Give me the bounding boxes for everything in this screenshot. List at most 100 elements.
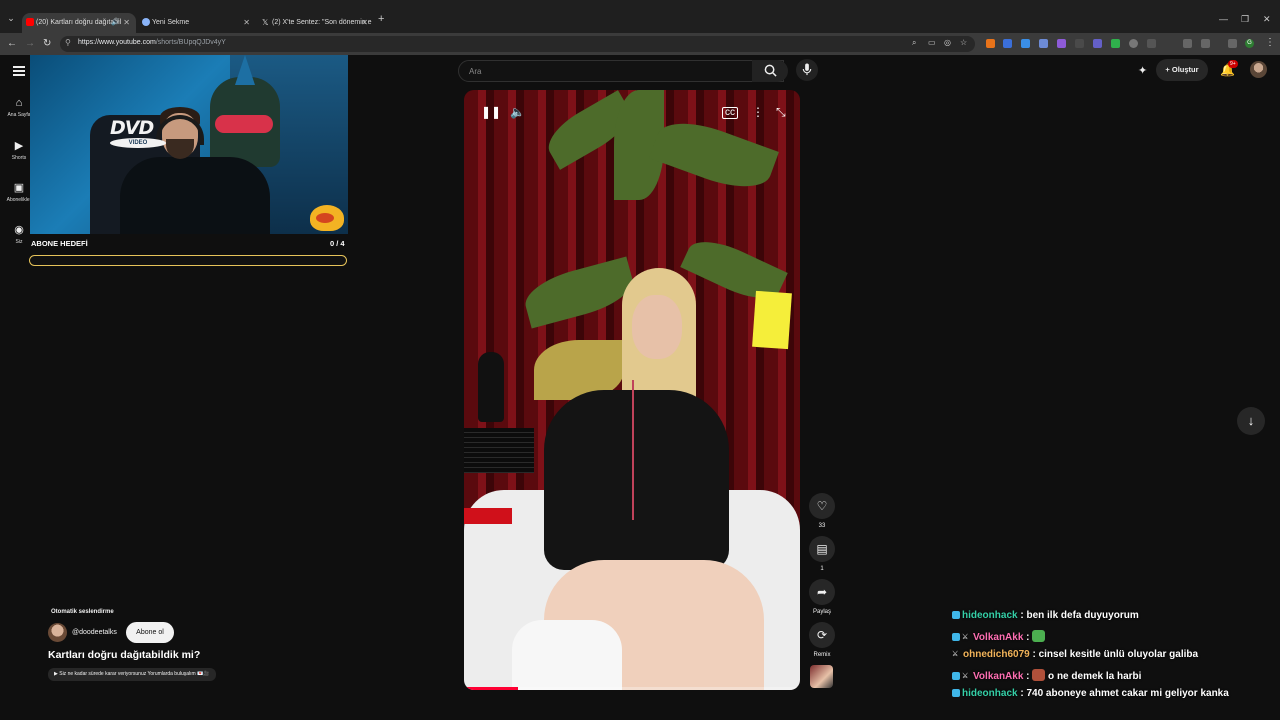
close-tab-icon[interactable]: ✕: [361, 13, 368, 33]
extension-dark-icon[interactable]: [1075, 39, 1084, 48]
extension-c-icon[interactable]: [986, 39, 995, 48]
address-url: https://www.youtube.com/shorts/BUpqQJDv4…: [78, 39, 226, 46]
chat-username[interactable]: ohnedich6079: [963, 649, 1030, 660]
next-video-arrow-icon[interactable]: ↓: [1237, 407, 1265, 435]
guide-menu-icon[interactable]: [13, 66, 25, 76]
subscriber-goal-count: 0 / 4: [330, 239, 345, 248]
subscriber-badge-icon: [952, 611, 960, 619]
tab-x-post[interactable]: 𝕏 (2) X'te Sentez: "Son dönemin e ✕: [258, 13, 374, 33]
tab-new-tab[interactable]: Yeni Sekme ✕: [138, 13, 256, 33]
new-tab-plus-icon[interactable]: +: [378, 13, 384, 25]
chat-separator: :: [1023, 631, 1033, 643]
zoom-icon[interactable]: ⌕: [912, 38, 916, 48]
subscribe-button[interactable]: Abone ol: [126, 622, 174, 643]
voice-search-button[interactable]: [796, 59, 818, 81]
bookmark-star-icon[interactable]: ☆: [960, 38, 967, 47]
video-progress-fill: [464, 687, 518, 690]
extension-green-icon[interactable]: [1111, 39, 1120, 48]
more-options-icon[interactable]: ⋮: [752, 105, 764, 119]
profile-avatar-icon[interactable]: G: [1245, 39, 1254, 48]
site-info-icon[interactable]: ⚲: [65, 38, 71, 47]
sound-thumbnail[interactable]: [810, 665, 833, 688]
shorts-video-player[interactable]: ❚❚ 🔈 cc ⋮ ⤡: [464, 90, 800, 690]
chat-username[interactable]: hideonhack: [962, 610, 1018, 621]
back-arrow-icon[interactable]: ←: [7, 38, 17, 49]
close-tab-icon[interactable]: ✕: [123, 13, 130, 33]
eye-off-icon[interactable]: ◎: [944, 38, 951, 47]
url-path: /shorts/BUpqQJDv4yY: [155, 39, 226, 46]
chat-text: : 740 aboneye ahmet cakar mi geliyor kan…: [1017, 688, 1229, 699]
browser-tab-bar: ⌄ (20) Kartları doğru dağıtabil 🔊 ✕ Yeni…: [0, 0, 1280, 33]
chat-username[interactable]: hideonhack: [962, 688, 1018, 699]
streamer-webcam: DVD VIDEO: [30, 55, 348, 234]
chat-username[interactable]: VolkanAkk: [973, 671, 1023, 682]
forward-arrow-icon[interactable]: →: [25, 38, 35, 49]
cast-icon[interactable]: ▭: [928, 38, 936, 47]
channel-avatar[interactable]: [48, 623, 67, 642]
close-tab-icon[interactable]: ✕: [243, 13, 250, 33]
piano-decor: [464, 428, 534, 473]
extensions-puzzle-icon[interactable]: [1201, 39, 1210, 48]
chat-message: hideonhack : ben ilk defa duyuyorum: [952, 610, 1272, 630]
search-button[interactable]: [752, 60, 788, 82]
sidebar-item-label: Shorts: [11, 155, 27, 161]
extension-circle-icon[interactable]: [1129, 39, 1138, 48]
sword-badge-icon: ⚔: [962, 672, 969, 680]
close-window-icon[interactable]: ✕: [1263, 14, 1271, 25]
audio-playing-icon[interactable]: 🔊: [111, 13, 120, 33]
remix-button[interactable]: ⟳ Remix: [808, 622, 836, 658]
remix-icon: ⟳: [809, 622, 835, 648]
youtube-shorts-page: ⌂ Ana Sayfa ▶ Shorts ▣ Abonelikler ◉ Siz…: [0, 55, 1280, 720]
channel-handle[interactable]: @doodeetalks: [72, 629, 117, 636]
extension-blue-icon[interactable]: [1003, 39, 1012, 48]
sidebar-item-label: Siz: [15, 239, 23, 245]
stream-chat-overlay: hideonhack : ben ilk defa duyuyorum ⚔ Volk…: [952, 610, 1272, 708]
downloads-icon[interactable]: [1228, 39, 1237, 48]
volume-icon[interactable]: 🔈: [510, 105, 525, 119]
maximize-window-icon[interactable]: ❐: [1241, 14, 1249, 25]
sidebar-item-label: Ana Sayfa: [7, 112, 31, 118]
video-description-pill[interactable]: ▶ Siz ne kadar sürede karar veriyorsunuz…: [48, 668, 216, 681]
extension-grid-icon[interactable]: [1147, 39, 1156, 48]
fullscreen-icon[interactable]: ⤡: [776, 105, 786, 120]
chat-username[interactable]: VolkanAkk: [973, 632, 1023, 643]
chat-separator: :: [1023, 670, 1033, 682]
extension-screen-icon[interactable]: [1039, 39, 1048, 48]
share-button[interactable]: ➦ Paylaş: [808, 579, 836, 615]
search-input[interactable]: Ara: [458, 60, 784, 82]
subscriber-badge-icon: [952, 689, 960, 697]
ai-sparkle-icon[interactable]: ✦: [1138, 64, 1150, 77]
address-bar[interactable]: ⚲ https://www.youtube.com/shorts/BUpqQJD…: [60, 36, 975, 52]
create-button[interactable]: + Oluştur: [1156, 59, 1208, 81]
person-in-video: [544, 390, 729, 570]
browser-menu-icon[interactable]: ⋮: [1265, 37, 1275, 48]
captions-icon[interactable]: cc: [722, 107, 738, 119]
dvd-logo-subtext: VIDEO: [110, 138, 166, 148]
reload-icon[interactable]: ↻: [43, 38, 51, 49]
comments-button[interactable]: ▤ 1: [808, 536, 836, 572]
minimize-window-icon[interactable]: —: [1219, 14, 1228, 24]
video-progress-bar[interactable]: [464, 687, 800, 690]
media-control-icon[interactable]: [1183, 39, 1192, 48]
heart-icon: ♡: [809, 493, 835, 519]
like-button[interactable]: ♡ 33: [808, 493, 836, 529]
share-label: Paylaş: [812, 609, 831, 615]
sword-badge-icon: ⚔: [962, 633, 969, 641]
dvd-logo: DVD VIDEO: [110, 119, 172, 153]
tab-search-chevron-icon[interactable]: ⌄: [4, 13, 18, 27]
browser-toolbar: ← → ↻ ⚲ https://www.youtube.com/shorts/B…: [0, 33, 1280, 55]
auto-dubbed-label: Otomatik seslendirme: [51, 609, 114, 615]
chat-message: hideonhack : 740 aboneye ahmet cakar mi …: [952, 688, 1272, 708]
extension-purple-icon[interactable]: [1093, 39, 1102, 48]
pause-icon[interactable]: ❚❚: [481, 105, 501, 119]
tab-youtube-shorts[interactable]: (20) Kartları doğru dağıtabil 🔊 ✕: [22, 13, 136, 33]
translate-icon[interactable]: [1021, 39, 1030, 48]
notifications-count-badge: 9+: [1228, 60, 1238, 68]
dvd-logo-text: DVD: [110, 117, 154, 139]
statue-decor: [478, 352, 504, 422]
short-title[interactable]: Kartları doğru dağıtabildik mi?: [48, 649, 200, 661]
chat-message: ⚔ ohnedich6079 : cinsel kesitle ünlü oluy…: [952, 649, 1272, 669]
tab-title: (20) Kartları doğru dağıtabil: [36, 19, 122, 26]
account-avatar[interactable]: [1250, 61, 1267, 78]
extension-pen-icon[interactable]: [1057, 39, 1066, 48]
